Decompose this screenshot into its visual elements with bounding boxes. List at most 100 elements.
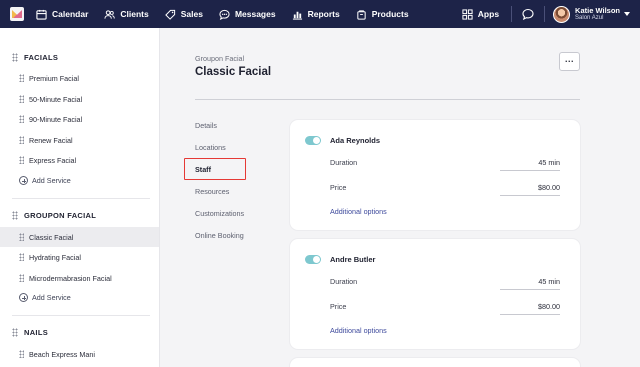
- staff-enabled-toggle[interactable]: [305, 136, 321, 145]
- drag-handle-icon[interactable]: [19, 253, 24, 261]
- nav-messages-label: Messages: [234, 9, 276, 19]
- list-item[interactable]: Beach Express Mani: [0, 344, 159, 364]
- service-label: Premium Facial: [29, 73, 79, 83]
- list-item[interactable]: 50-Minute Facial: [0, 89, 159, 109]
- top-nav-bar: Calendar Clients Sales Messages Reports …: [0, 0, 640, 28]
- staff-name: Andre Butler: [330, 255, 376, 264]
- nav-right-group: Apps Katie Wilson Salon Azul: [462, 0, 640, 28]
- group-title: FACIALS: [24, 53, 59, 62]
- group-title: NAILS: [24, 328, 48, 337]
- price-input[interactable]: $80.00: [538, 302, 560, 311]
- input-underline: [500, 289, 560, 290]
- messages-icon: [219, 9, 230, 20]
- highlight-box: [184, 158, 246, 180]
- apps-label: Apps: [477, 9, 500, 19]
- group-header-facials[interactable]: FACIALS: [12, 53, 58, 62]
- duration-label: Duration: [330, 277, 358, 286]
- nav-calendar[interactable]: Calendar: [36, 9, 88, 20]
- clients-icon: [104, 9, 116, 19]
- more-options-button[interactable]: ...: [559, 52, 580, 71]
- additional-options-link[interactable]: Additional options: [330, 207, 387, 216]
- staff-card: Andre Butler Duration 45 min Price $80.0…: [290, 239, 580, 349]
- drag-handle-icon[interactable]: [19, 95, 24, 103]
- subnav-locations[interactable]: Locations: [195, 143, 226, 152]
- duration-input[interactable]: 45 min: [538, 277, 560, 286]
- drag-handle-icon[interactable]: [19, 156, 24, 164]
- service-label: 50-Minute Facial: [29, 94, 83, 104]
- list-item-active[interactable]: Classic Facial: [0, 227, 159, 247]
- divider: [12, 315, 150, 316]
- price-label: Price: [330, 183, 347, 192]
- list-item[interactable]: Express Facial: [0, 150, 159, 170]
- list-item[interactable]: Microdermabrasion Facial: [0, 268, 159, 288]
- input-underline: [500, 314, 560, 315]
- nav-calendar-label: Calendar: [52, 9, 89, 19]
- add-service-button[interactable]: Add Service: [19, 176, 71, 185]
- nav-clients[interactable]: Clients: [104, 9, 149, 20]
- drag-handle-icon[interactable]: [19, 136, 24, 144]
- nav-products[interactable]: Products: [356, 9, 409, 20]
- calendar-icon: [36, 9, 47, 20]
- list-item[interactable]: 90-Minute Facial: [0, 109, 159, 129]
- duration-input[interactable]: 45 min: [538, 158, 560, 167]
- divider: [12, 198, 150, 199]
- products-icon: [357, 9, 366, 20]
- drag-handle-icon[interactable]: [19, 74, 24, 82]
- staff-card: [290, 358, 580, 367]
- nav-messages[interactable]: Messages: [219, 9, 276, 20]
- drag-handle-icon[interactable]: [19, 274, 24, 282]
- user-avatar[interactable]: [553, 5, 571, 23]
- user-menu[interactable]: Katie Wilson Salon Azul: [575, 7, 620, 22]
- chat-icon[interactable]: [522, 8, 534, 20]
- additional-options-link[interactable]: Additional options: [330, 326, 387, 335]
- nav-products-label: Products: [371, 9, 409, 19]
- staff-card: Ada Reynolds Duration 45 min Price $80.0…: [290, 120, 580, 230]
- drag-handle-icon[interactable]: [12, 53, 18, 62]
- reports-icon: [292, 11, 302, 20]
- add-service-button[interactable]: Add Service: [19, 293, 71, 302]
- price-input[interactable]: $80.00: [538, 183, 560, 192]
- service-label: Hydrating Facial: [29, 252, 81, 262]
- list-item[interactable]: Renew Facial: [0, 130, 159, 150]
- input-underline: [500, 195, 560, 196]
- subnav-customizations[interactable]: Customizations: [195, 209, 244, 218]
- plus-circle-icon: [19, 176, 28, 185]
- add-service-label: Add Service: [32, 293, 71, 302]
- drag-handle-icon[interactable]: [19, 350, 24, 358]
- service-label: 90-Minute Facial: [29, 114, 83, 124]
- staff-enabled-toggle[interactable]: [305, 255, 321, 264]
- nav-reports[interactable]: Reports: [292, 9, 340, 20]
- drag-handle-icon[interactable]: [12, 328, 18, 337]
- subnav-online-booking[interactable]: Online Booking: [195, 231, 244, 240]
- drag-handle-icon[interactable]: [19, 115, 24, 123]
- staff-name: Ada Reynolds: [330, 136, 381, 145]
- service-label: Microdermabrasion Facial: [29, 273, 112, 283]
- drag-handle-icon[interactable]: [12, 211, 18, 220]
- subnav-resources[interactable]: Resources: [195, 187, 229, 196]
- sales-tag-icon: [164, 9, 175, 20]
- user-name: Katie Wilson: [575, 5, 620, 15]
- app-logo-icon[interactable]: [10, 7, 24, 21]
- input-underline: [500, 170, 560, 171]
- service-label: Beach Express Mani: [29, 349, 95, 359]
- price-label: Price: [330, 302, 347, 311]
- service-label: Renew Facial: [29, 135, 73, 145]
- list-item[interactable]: Premium Facial: [0, 68, 159, 88]
- chevron-down-icon[interactable]: [624, 12, 630, 16]
- nav-sales-label: Sales: [180, 9, 203, 19]
- nav-reports-label: Reports: [307, 9, 340, 19]
- list-item[interactable]: Hydrating Facial: [0, 247, 159, 267]
- nav-sales[interactable]: Sales: [164, 9, 203, 20]
- subnav-details[interactable]: Details: [195, 121, 217, 130]
- plus-circle-icon: [19, 293, 28, 302]
- user-location: Salon Azul: [575, 15, 604, 22]
- apps-button[interactable]: Apps: [462, 8, 500, 20]
- group-header-nails[interactable]: NAILS: [12, 328, 48, 337]
- group-header-groupon-facial[interactable]: GROUPON FACIAL: [12, 211, 96, 220]
- nav-divider: [511, 6, 513, 22]
- header-divider: [195, 99, 580, 100]
- drag-handle-icon[interactable]: [19, 233, 24, 241]
- add-service-label: Add Service: [32, 176, 71, 185]
- service-sidebar: FACIALS Premium Facial 50-Minute Facial …: [0, 28, 160, 367]
- nav-clients-label: Clients: [120, 9, 149, 19]
